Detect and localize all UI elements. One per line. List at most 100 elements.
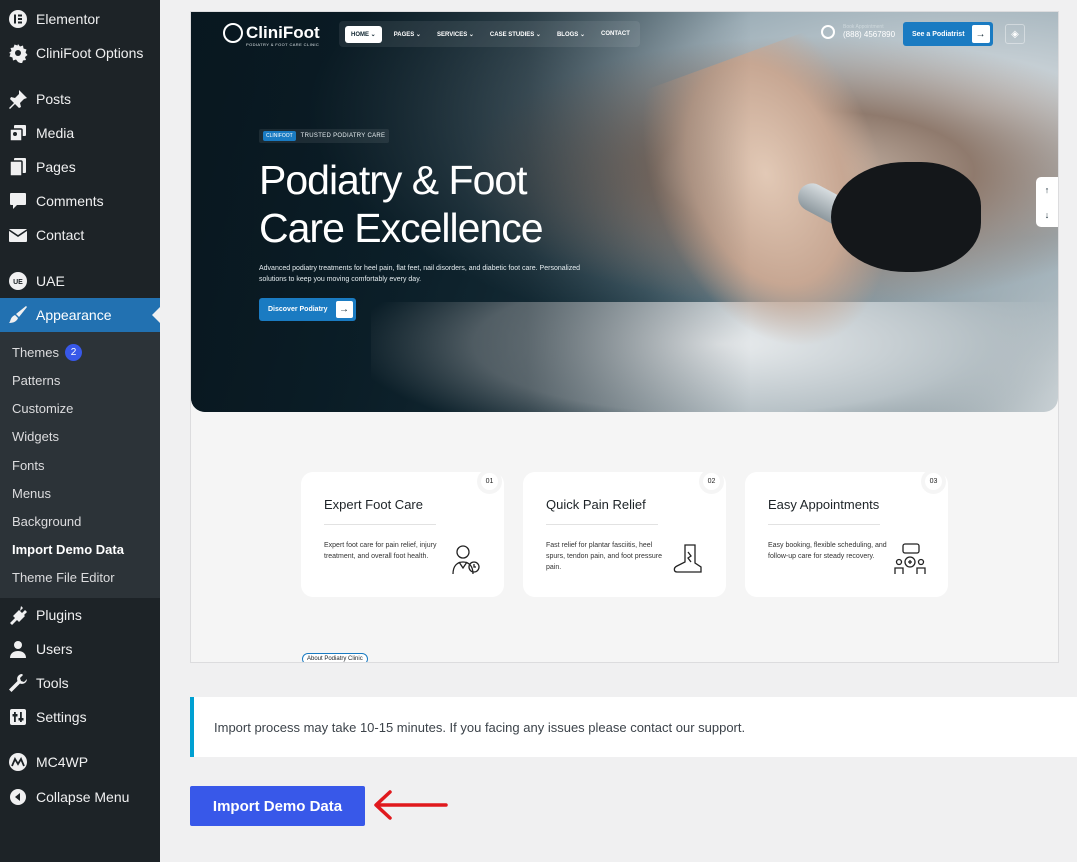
- nav-contact: CONTACT: [601, 31, 630, 37]
- pages-icon: [0, 157, 36, 177]
- discover-podiatry-button: Discover Podiatry →: [259, 298, 356, 321]
- user-icon: [0, 639, 36, 659]
- logo-mark-icon: [223, 23, 243, 43]
- sidebar-item-settings[interactable]: Settings: [0, 700, 160, 734]
- submenu-item-menus[interactable]: Menus: [12, 479, 51, 507]
- card-divider: [324, 524, 436, 525]
- book-appointment: Book Appointment (888) 4567890: [821, 24, 895, 39]
- nav-label: PAGES: [393, 31, 415, 38]
- sidebar-item-users[interactable]: Users: [0, 632, 160, 666]
- scroll-control: ↑ ↓: [1036, 177, 1058, 227]
- submenu-item-fonts[interactable]: Fonts: [12, 451, 45, 479]
- mail-icon: [0, 225, 36, 245]
- trust-badge: CLINIFOOT TRUSTED PODIATRY CARE: [259, 129, 390, 143]
- submenu-item-import-demo-data[interactable]: Import Demo Data: [12, 535, 124, 563]
- pin-icon: [0, 89, 36, 109]
- comment-icon: [0, 191, 36, 211]
- sidebar-item-comments[interactable]: Comments: [0, 184, 160, 218]
- sidebar-item-mc4wp[interactable]: MC4WP: [0, 745, 160, 779]
- sidebar-item-label: UAE: [36, 273, 65, 289]
- logo-tagline: PODIATRY & FOOT CARE CLINIC: [246, 42, 320, 47]
- card-number: 01: [477, 469, 502, 494]
- sidebar-item-label: Tools: [36, 675, 69, 691]
- sidebar-item-media[interactable]: Media: [0, 116, 160, 150]
- arrow-right-icon: →: [971, 25, 990, 43]
- hero-lede: Advanced podiatry treatments for heel pa…: [259, 265, 581, 283]
- card-title: Expert Foot Care: [324, 497, 423, 512]
- import-demo-data-button[interactable]: Import Demo Data: [190, 786, 365, 826]
- submenu-item-customize[interactable]: Customize: [12, 394, 73, 422]
- sidebar-item-clinifoot-options[interactable]: CliniFoot Options: [0, 36, 160, 70]
- sidebar-item-label: Settings: [36, 709, 87, 725]
- card-desc: Expert foot care for pain relief, injury…: [324, 542, 437, 560]
- nav-blogs: BLOGS ⌄: [556, 31, 585, 38]
- mc4wp-icon: [0, 752, 36, 772]
- foot-pain-icon: [671, 542, 705, 576]
- sidebar-item-label: Contact: [36, 227, 85, 243]
- sidebar-item-label: Users: [36, 641, 73, 657]
- appearance-submenu: Themes 2 Patterns Customize Widgets Font…: [0, 332, 160, 598]
- submenu-item-background[interactable]: Background: [12, 507, 81, 535]
- collapse-menu-button[interactable]: Collapse Menu: [0, 780, 160, 814]
- arrow-up-icon: ↑: [1044, 184, 1050, 195]
- sidebar-item-posts[interactable]: Posts: [0, 82, 160, 116]
- card-title: Quick Pain Relief: [546, 497, 646, 512]
- card-divider: [768, 524, 880, 525]
- sidebar-item-label: Pages: [36, 159, 76, 175]
- media-icon: [0, 123, 36, 143]
- card-divider: [546, 524, 658, 525]
- sliders-icon: [0, 707, 36, 727]
- about-clinic-pill: About Podiatry Clinic: [302, 653, 368, 662]
- submenu-item-label: Patterns: [12, 372, 61, 388]
- nav-home: HOME ⌄: [345, 25, 382, 43]
- submenu-item-label: Themes: [12, 344, 59, 360]
- feature-card: 01 Expert Foot Care Expert foot care for…: [301, 469, 504, 597]
- card-number: 03: [921, 469, 946, 494]
- submenu-item-themes[interactable]: Themes 2: [12, 338, 82, 366]
- sidebar-item-tools[interactable]: Tools: [0, 666, 160, 700]
- site-nav: HOME ⌄ PAGES ⌄ SERVICES ⌄ CASE STUDIES ⌄…: [339, 21, 640, 47]
- sidebar-item-elementor[interactable]: Elementor: [0, 2, 160, 36]
- submenu-item-label: Menus: [12, 485, 52, 501]
- hero-photo-glove: [831, 162, 981, 272]
- cta-label: Discover Podiatry: [268, 306, 328, 313]
- card-number: 02: [699, 469, 724, 494]
- feature-card: 02 Quick Pain Relief Fast relief for pla…: [523, 469, 726, 597]
- sidebar-item-uae[interactable]: UE UAE: [0, 264, 160, 298]
- nav-label: HOME: [351, 31, 369, 38]
- headline-line-1: Podiatry & Foot: [259, 157, 528, 203]
- submenu-item-label: Fonts: [12, 457, 45, 473]
- submenu-item-label: Background: [12, 513, 82, 529]
- nav-label: CASE STUDIES: [489, 31, 535, 38]
- sidebar-item-label: MC4WP: [36, 754, 89, 770]
- sidebar-item-label: Collapse Menu: [36, 789, 130, 805]
- cta-label: See a Podiatrist: [912, 30, 965, 38]
- card-title: Easy Appointments: [768, 497, 880, 512]
- sidebar-item-label: Plugins: [36, 607, 82, 623]
- nav-case-studies: CASE STUDIES ⌄: [489, 31, 541, 38]
- card-desc: Easy booking, flexible scheduling, and f…: [768, 542, 887, 560]
- sidebar-item-plugins[interactable]: Plugins: [0, 598, 160, 632]
- hero-section: CliniFoot PODIATRY & FOOT CARE CLINIC HO…: [191, 12, 1058, 412]
- site-logo: CliniFoot PODIATRY & FOOT CARE CLINIC: [223, 23, 320, 47]
- sidebar-item-contact[interactable]: Contact: [0, 218, 160, 252]
- diamond-icon: ◈: [1005, 24, 1025, 44]
- badge-tag: CLINIFOOT: [263, 131, 296, 141]
- appointment-icon: [893, 542, 927, 576]
- submenu-item-widgets[interactable]: Widgets: [12, 422, 59, 450]
- submenu-item-label: Customize: [12, 400, 74, 416]
- feature-card: 03 Easy Appointments Easy booking, flexi…: [745, 469, 948, 597]
- submenu-item-patterns[interactable]: Patterns: [12, 366, 60, 394]
- arrow-right-icon: →: [335, 301, 353, 318]
- submenu-item-theme-file-editor[interactable]: Theme File Editor: [12, 563, 115, 591]
- sidebar-item-appearance[interactable]: Appearance: [0, 298, 160, 332]
- import-notice: Import process may take 10-15 minutes. I…: [190, 697, 1077, 757]
- nav-label: BLOGS: [556, 31, 579, 38]
- sidebar-item-pages[interactable]: Pages: [0, 150, 160, 184]
- collapse-icon: [0, 787, 36, 807]
- nav-services: SERVICES ⌄: [436, 31, 474, 38]
- see-podiatrist-button: See a Podiatrist →: [903, 22, 993, 46]
- annotation-arrow-icon: [374, 790, 448, 820]
- phone-icon: [821, 24, 835, 39]
- hero-headline: Podiatry & Foot Care Excellence: [259, 156, 659, 252]
